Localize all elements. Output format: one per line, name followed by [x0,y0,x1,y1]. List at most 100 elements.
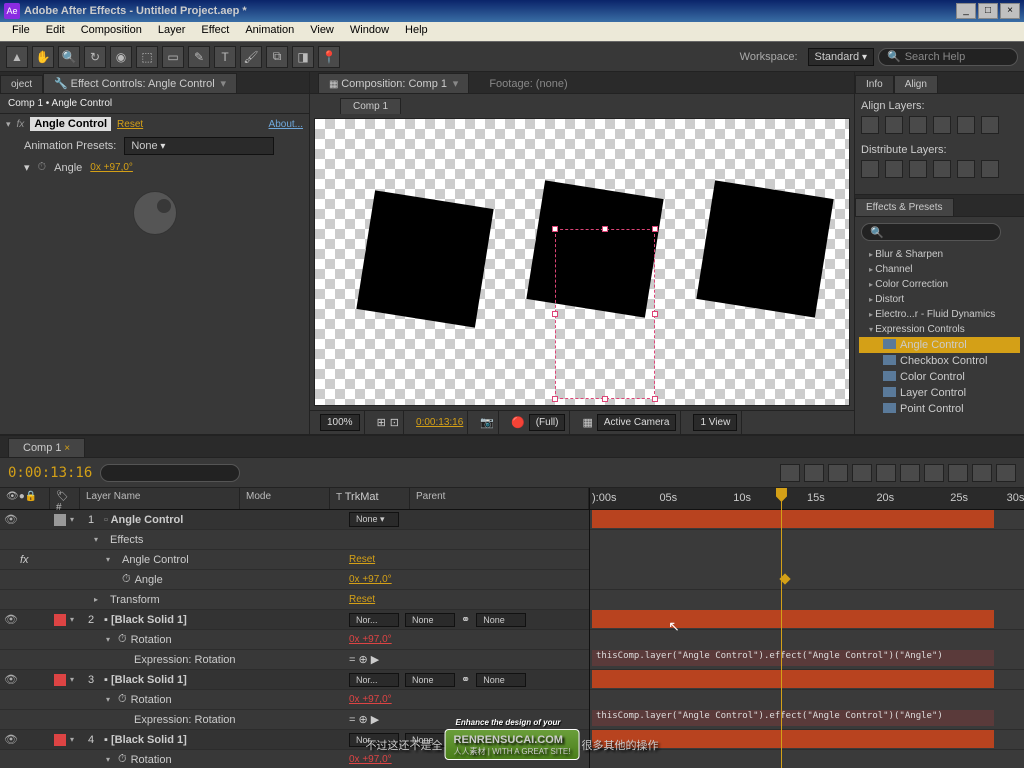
color-swatch[interactable] [54,674,66,686]
camera-dropdown[interactable]: Active Camera [597,414,677,431]
tl-tool-icon[interactable] [852,464,872,482]
composition-viewport[interactable] [314,118,850,406]
workspace-dropdown[interactable]: Standard ▾ [808,48,874,66]
trkmat-dropdown[interactable]: None [405,613,455,627]
timeline-timecode[interactable]: 0:00:13:16 [8,465,92,481]
channel-icon[interactable]: 🔴 [511,416,525,429]
snapshot-icon[interactable]: 📷 [480,416,494,429]
layer-name[interactable]: ▪ [Black Solid 1] [100,734,349,746]
mode-dropdown[interactable]: None ▾ [349,512,399,527]
reset-link[interactable]: Reset [349,594,375,605]
stopwatch-icon[interactable]: ⏱ [38,161,47,174]
camera-tool[interactable]: ◉ [110,46,132,68]
reset-link[interactable]: Reset [117,119,143,130]
twirl-icon[interactable]: ▾ [106,635,118,644]
hand-tool[interactable]: ✋ [32,46,54,68]
layer-bar[interactable] [592,670,994,688]
maximize-button[interactable]: □ [978,3,998,19]
effect-name[interactable]: Angle Control [30,117,111,131]
parent-dropdown[interactable]: None [476,673,526,687]
resolution-icon[interactable]: ⊞ [377,416,386,429]
twirl-icon[interactable]: ▾ [106,755,118,764]
tl-tool-icon[interactable] [900,464,920,482]
stopwatch-icon[interactable]: ⏱ [118,693,127,706]
effects-search-input[interactable]: 🔍 [861,223,1001,241]
layer-name[interactable]: ▪ [Black Solid 1] [100,674,349,686]
rotation-tool[interactable]: ↻ [84,46,106,68]
zoom-tool[interactable]: 🔍 [58,46,80,68]
stopwatch-icon[interactable]: ⏱ [118,633,127,646]
visibility-icon[interactable]: 👁 [4,733,18,747]
menu-composition[interactable]: Composition [73,22,150,41]
search-help-input[interactable]: 🔍 Search Help [878,48,1018,66]
distribute-icon[interactable] [933,160,951,178]
black-solid-layer[interactable] [356,190,493,327]
selection-bounding-box[interactable] [555,229,655,399]
layer-row[interactable]: 👁 ▾3 ▪ [Black Solid 1] Nor...None⚭None [0,670,589,690]
color-swatch[interactable] [54,614,66,626]
timecode-display[interactable]: 0:00:13:16 [416,417,463,428]
grid-icon[interactable]: ⊡ [390,416,399,429]
distribute-icon[interactable] [957,160,975,178]
tab-project[interactable]: oject [0,75,43,93]
minimize-button[interactable]: _ [956,3,976,19]
align-bottom-icon[interactable] [981,116,999,134]
ep-category[interactable]: Color Correction [859,277,1020,292]
layer-bar[interactable] [592,610,994,628]
menu-file[interactable]: File [4,22,38,41]
align-hcenter-icon[interactable] [885,116,903,134]
view-icon[interactable]: ▦ [582,416,592,429]
layer-name[interactable]: ▪ [Black Solid 1] [100,614,349,626]
visibility-icon[interactable]: 👁 [4,673,18,687]
twirl-icon[interactable]: ▾ [106,695,118,704]
ep-category[interactable]: Electro...r - Fluid Dynamics [859,307,1020,322]
brush-tool[interactable]: 🖌 [240,46,262,68]
tab-info[interactable]: Info [855,75,894,93]
angle-value[interactable]: 0x +97,0° [90,162,133,173]
timeline-search-input[interactable] [100,464,240,482]
twirl-icon[interactable]: ▾ [106,555,118,564]
timeline-tab[interactable]: Comp 1 × [8,438,85,457]
reset-link[interactable]: Reset [349,554,375,565]
layer-row[interactable]: 👁 ▾2 ▪ [Black Solid 1] Nor...None⚭None [0,610,589,630]
presets-dropdown[interactable]: None ▾ [124,137,274,155]
tl-tool-icon[interactable] [828,464,848,482]
rotation-value[interactable]: 0x +97,0° [349,634,392,645]
tl-tool-icon[interactable] [996,464,1016,482]
selection-tool[interactable]: ▲ [6,46,28,68]
playhead[interactable] [781,488,782,768]
ep-point-control[interactable]: Point Control [859,401,1020,417]
color-swatch[interactable] [54,514,66,526]
trkmat-dropdown[interactable]: None [405,673,455,687]
tl-tool-icon[interactable] [876,464,896,482]
ep-category-expression[interactable]: Expression Controls [859,322,1020,337]
twirl-icon[interactable]: ▸ [94,595,106,604]
tl-tool-icon[interactable] [780,464,800,482]
time-ruler[interactable]: ):00s 05s 10s 15s 20s 25s 30s [590,488,1024,510]
stopwatch-icon[interactable]: ⏱ [118,753,127,766]
type-tool[interactable]: T [214,46,236,68]
tl-tool-icon[interactable] [948,464,968,482]
distribute-icon[interactable] [885,160,903,178]
angle-dial[interactable] [125,185,185,245]
expr-toggle-icon[interactable]: = ⊕ ▶ [349,713,379,726]
align-vcenter-icon[interactable] [957,116,975,134]
close-button[interactable]: × [1000,3,1020,19]
black-solid-layer[interactable] [696,180,833,317]
ep-angle-control[interactable]: Angle Control [859,337,1020,353]
ep-color-control[interactable]: Color Control [859,369,1020,385]
pan-behind-tool[interactable]: ⬚ [136,46,158,68]
tl-tool-icon[interactable] [924,464,944,482]
tl-tool-icon[interactable] [972,464,992,482]
menu-edit[interactable]: Edit [38,22,73,41]
align-top-icon[interactable] [933,116,951,134]
views-dropdown[interactable]: 1 View [693,414,737,431]
about-link[interactable]: About... [269,119,303,130]
align-right-icon[interactable] [909,116,927,134]
parent-dropdown[interactable]: None [476,613,526,627]
mode-dropdown[interactable]: Nor... [349,613,399,627]
comp-subtab[interactable]: Comp 1 [340,98,401,114]
twirl-icon[interactable]: ▾ [6,119,11,130]
distribute-icon[interactable] [861,160,879,178]
ep-category[interactable]: Blur & Sharpen [859,247,1020,262]
